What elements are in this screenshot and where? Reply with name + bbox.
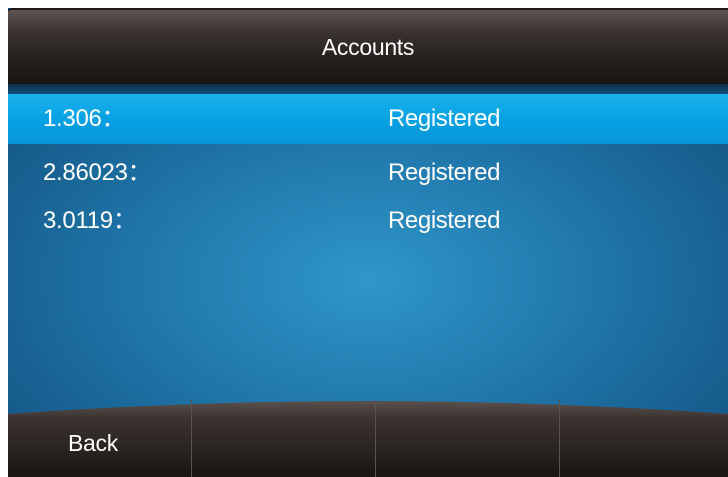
account-status: Registered xyxy=(388,105,501,132)
account-row-3[interactable]: 3.0119： Registered xyxy=(8,196,728,246)
softkey-back-label: Back xyxy=(68,430,118,456)
softkey-2-button[interactable] xyxy=(192,400,376,477)
title-separator xyxy=(8,84,728,94)
account-row-1[interactable]: 1.306： Registered xyxy=(8,94,728,144)
account-status: Registered xyxy=(388,159,501,186)
softkey-3-button[interactable] xyxy=(376,400,560,477)
softkey-4-button[interactable] xyxy=(560,400,728,477)
page-title: Accounts xyxy=(321,34,415,60)
account-status: Registered xyxy=(388,207,501,234)
account-label: 3.0119： xyxy=(43,207,137,234)
softkey-bar: Back xyxy=(8,400,728,477)
softkey-back-button[interactable]: Back xyxy=(8,400,192,477)
account-label: 1.306： xyxy=(43,105,126,132)
phone-screen: Accounts 1.306： Registered 2.86023： Regi… xyxy=(8,8,728,477)
account-label: 2.86023： xyxy=(43,159,152,186)
account-row-2[interactable]: 2.86023： Registered xyxy=(8,148,728,198)
title-bar: Accounts xyxy=(8,8,728,84)
